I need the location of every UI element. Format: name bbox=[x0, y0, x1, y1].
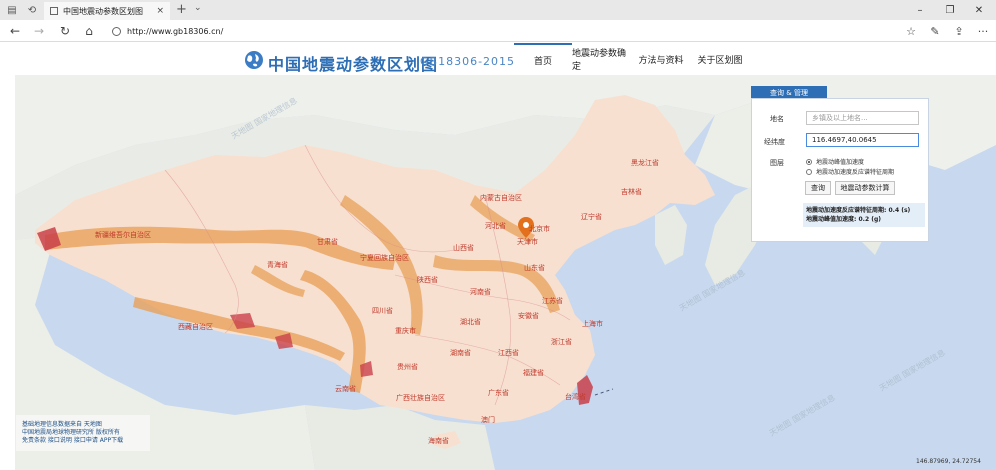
label-jiangxi: 江西省 bbox=[498, 349, 519, 357]
site-header: 中国地震动参数区划图 GB18306-2015 首页 地震动参数确定 方法与资料… bbox=[0, 43, 996, 75]
label-liaoning: 辽宁省 bbox=[581, 213, 602, 221]
place-name-input[interactable]: 乡镇及以上地名... bbox=[806, 111, 919, 125]
site-title: 中国地震动参数区划图 bbox=[268, 55, 439, 74]
nav-home[interactable]: 首页 bbox=[514, 43, 572, 75]
label-shanxi: 山西省 bbox=[453, 244, 474, 252]
refresh-icon[interactable]: ↻ bbox=[56, 23, 74, 39]
browser-tab[interactable]: 中国地震动参数区划图 × bbox=[44, 2, 170, 20]
label-hunan: 湖南省 bbox=[450, 349, 471, 357]
query-button[interactable]: 查询 bbox=[805, 181, 831, 195]
forward-icon[interactable]: → bbox=[30, 23, 48, 39]
credit-line: 基础地理信息数据来自 天地图 bbox=[22, 421, 102, 428]
label-guangxi: 广西壮族自治区 bbox=[396, 394, 445, 402]
label-jiangsu: 江苏省 bbox=[542, 297, 563, 305]
label-shanghai: 上海市 bbox=[582, 320, 603, 328]
address-bar: ← → ↻ ⌂ http://www.gb18306.cn/ ☆ ✎ ⇪ ··· bbox=[0, 20, 996, 42]
favorites-star-icon[interactable]: ☆ bbox=[902, 23, 920, 39]
label-hebei: 河北省 bbox=[485, 222, 506, 230]
tab-close-icon[interactable]: × bbox=[156, 6, 164, 16]
label-jilin: 吉林省 bbox=[621, 188, 642, 196]
back-icon[interactable]: ← bbox=[6, 23, 24, 39]
result-pga: 地震动峰值加速度: 0.2 (g) bbox=[806, 216, 881, 223]
restore-icon[interactable]: ❐ bbox=[935, 0, 965, 20]
layer-option-period[interactable]: 地震动加速度反应谱特征周期 bbox=[806, 167, 894, 176]
coordinates-input[interactable]: 116.4697,40.0645 bbox=[806, 133, 919, 147]
label-heilongjiang: 黑龙江省 bbox=[631, 159, 659, 167]
minimize-icon[interactable]: – bbox=[905, 0, 935, 20]
label-shandong: 山东省 bbox=[524, 264, 545, 272]
radio-selected-icon[interactable] bbox=[806, 158, 812, 165]
tab-list-chevron-icon[interactable]: ⌄ bbox=[194, 3, 202, 13]
credit-line: 中国地震局地球物理研究所 版权所有 bbox=[22, 429, 120, 436]
site-info-icon[interactable] bbox=[112, 26, 121, 36]
standard-code: GB18306-2015 bbox=[420, 55, 516, 68]
label-ningxia: 宁夏回族自治区 bbox=[360, 254, 409, 262]
page-favicon-icon bbox=[50, 7, 58, 15]
label-shaanxi: 陕西省 bbox=[417, 276, 438, 284]
layer-option-pga-label: 地震动峰值加速度 bbox=[816, 159, 865, 166]
label-yunnan: 云南省 bbox=[335, 385, 356, 393]
share-icon[interactable]: ⇪ bbox=[950, 23, 968, 39]
set-aside-tabs-icon[interactable]: ⟲ bbox=[24, 2, 40, 18]
label-taiwan: 台湾省 bbox=[565, 393, 586, 401]
label-tibet: 西藏自治区 bbox=[178, 323, 213, 331]
label-hainan: 海南省 bbox=[428, 437, 449, 445]
label-henan: 河南省 bbox=[470, 288, 491, 296]
label-hubei: 湖北省 bbox=[460, 318, 481, 326]
result-period: 地震动加速度反应谱特征周期: 0.4 (s) bbox=[806, 207, 911, 214]
nav-methods-data[interactable]: 方法与资料 bbox=[636, 43, 686, 75]
layer-label: 图层 bbox=[770, 159, 784, 167]
nav-about-map[interactable]: 关于区划图 bbox=[694, 43, 746, 75]
url-text: http://www.gb18306.cn/ bbox=[127, 26, 224, 36]
label-guangdong: 广东省 bbox=[488, 389, 509, 397]
cursor-coordinates: 146.87969, 24.72754 bbox=[916, 458, 981, 465]
credit-links[interactable]: 免责条款 接口说明 接口申请 APP下载 bbox=[22, 437, 144, 445]
nav-parameter-determination[interactable]: 地震动参数确定 bbox=[572, 43, 632, 75]
label-guizhou: 贵州省 bbox=[397, 363, 418, 371]
tab-title: 中国地震动参数区划图 bbox=[63, 6, 143, 16]
label-inner-mongolia: 内蒙古自治区 bbox=[480, 194, 522, 202]
url-field[interactable]: http://www.gb18306.cn/ bbox=[112, 24, 892, 38]
map-credits: 基础地理信息数据来自 天地图 中国地震局地球物理研究所 版权所有 免责条款 接口… bbox=[16, 415, 150, 451]
label-beijing: 北京市 bbox=[529, 225, 550, 233]
label-qinghai: 青海省 bbox=[267, 261, 288, 269]
label-sichuan: 四川省 bbox=[372, 307, 393, 315]
query-result: 地震动加速度反应谱特征周期: 0.4 (s) 地震动峰值加速度: 0.2 (g) bbox=[803, 203, 925, 227]
notes-pen-icon[interactable]: ✎ bbox=[926, 23, 944, 39]
window-close-icon[interactable]: ✕ bbox=[964, 0, 994, 20]
new-tab-icon[interactable]: + bbox=[176, 2, 187, 18]
more-icon[interactable]: ··· bbox=[974, 23, 992, 39]
globe-logo-icon bbox=[245, 51, 263, 69]
layer-option-period-label: 地震动加速度反应谱特征周期 bbox=[816, 169, 895, 176]
label-anhui: 安徽省 bbox=[518, 312, 539, 320]
label-zhejiang: 浙江省 bbox=[551, 338, 572, 346]
label-fujian: 福建省 bbox=[523, 369, 544, 377]
label-tianjin: 天津市 bbox=[517, 238, 538, 246]
radio-unselected-icon[interactable] bbox=[806, 168, 812, 175]
calculate-parameters-button[interactable]: 地震动参数计算 bbox=[835, 181, 895, 195]
label-xinjiang: 新疆维吾尔自治区 bbox=[95, 231, 151, 239]
home-icon[interactable]: ⌂ bbox=[80, 23, 98, 39]
label-chongqing: 重庆市 bbox=[395, 327, 416, 335]
label-gansu: 甘肃省 bbox=[317, 238, 338, 246]
label-macau: 澳门 bbox=[481, 416, 495, 424]
coordinates-label: 经纬度 bbox=[764, 138, 785, 146]
tab-preview-icon[interactable]: ▤ bbox=[4, 2, 20, 18]
layer-option-pga[interactable]: 地震动峰值加速度 bbox=[806, 157, 864, 166]
place-name-label: 地名 bbox=[770, 115, 784, 123]
